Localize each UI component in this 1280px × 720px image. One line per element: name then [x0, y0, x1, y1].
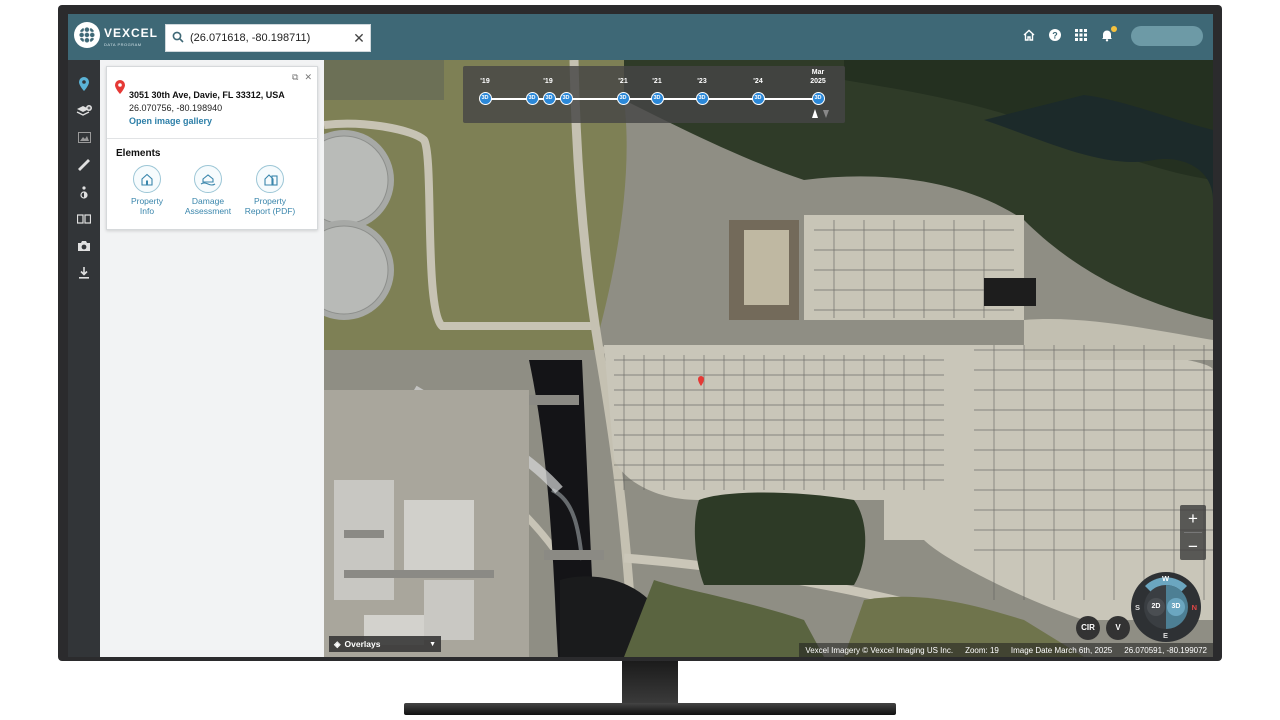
logo-text: VEXCEL [104, 25, 159, 40]
apps-grid-icon[interactable] [1073, 28, 1089, 44]
left-panel: ⧉ ✕ 3051 30th Ave, Davie, FL 33312, USA … [100, 60, 324, 657]
status-bar: Vexcel Imagery © Vexcel Imaging US Inc. … [799, 643, 1213, 657]
house-info-icon [133, 165, 161, 193]
notification-badge [1111, 26, 1117, 32]
tv-stand-base [404, 703, 896, 715]
property-report-label-1: Property [253, 196, 287, 206]
close-icon[interactable]: ✕ [348, 30, 370, 47]
timeline-capture-3d[interactable]: 3D [751, 92, 765, 105]
property-report-pdf-button[interactable]: Property Report (PDF) [235, 165, 305, 216]
location-pin-icon[interactable] [68, 70, 100, 97]
cursor-coordinates: 26.070591, -80.199072 [1124, 645, 1207, 655]
image-icon[interactable] [68, 124, 100, 151]
timeline-year: '21 [652, 78, 662, 85]
card-tools: ⧉ ✕ [292, 72, 312, 83]
timeline-capture-3d[interactable]: 3D [542, 92, 556, 105]
svg-text:?: ? [1052, 30, 1058, 40]
compass-control[interactable]: W N S E 2D 3D [1131, 572, 1201, 642]
user-menu[interactable] [1131, 26, 1203, 46]
timeline-year: '19 [543, 78, 553, 85]
rail-spacer [68, 60, 100, 70]
aerial-imagery [324, 60, 1213, 657]
layers-add-icon[interactable] [68, 97, 100, 124]
search-icon[interactable] [166, 31, 190, 46]
search-input[interactable] [190, 32, 340, 44]
home-icon[interactable] [1021, 28, 1037, 44]
layers-icon: ◈ [334, 638, 341, 649]
logo-wordmark: VEXCEL DATA PROGRAM [104, 24, 158, 47]
cir-button[interactable]: CIR [1076, 616, 1100, 640]
property-card: ⧉ ✕ 3051 30th Ave, Davie, FL 33312, USA … [106, 66, 319, 230]
logo-mark-icon [74, 22, 100, 48]
property-info-label-1: Property [130, 196, 164, 206]
app-screen: VEXCEL DATA PROGRAM ✕ ? [68, 14, 1213, 657]
view-3d-button[interactable]: 3D [1167, 598, 1185, 616]
timeline-year: '23 [697, 78, 707, 85]
vexcel-logo[interactable]: VEXCEL DATA PROGRAM [74, 22, 158, 48]
compass-south-label: S [1135, 603, 1141, 612]
view-2d-button[interactable]: 2D [1147, 598, 1165, 616]
property-report-label-2: Report (PDF) [244, 206, 296, 216]
search-box: ✕ [165, 24, 371, 52]
compass-east-label: E [1163, 631, 1169, 640]
zoom-controls: + − [1180, 505, 1206, 560]
image-date: Image Date March 6th, 2025 [1010, 645, 1113, 655]
notifications-bell-icon[interactable] [1099, 26, 1117, 44]
damage-assessment-button[interactable]: Damage Assessment [173, 165, 243, 216]
logo-subtext: DATA PROGRAM [104, 41, 142, 47]
attribution-text: Vexcel Imagery © Vexcel Imaging US Inc. [805, 645, 954, 655]
timeline-year: 2025 [810, 78, 826, 85]
zoom-level: Zoom: 19 [965, 645, 999, 655]
timeline-year: '24 [753, 78, 763, 85]
compare-icon[interactable] [68, 205, 100, 232]
timeline-capture-3d[interactable]: 3D [478, 92, 492, 105]
damage-assessment-label-1: Damage [191, 196, 225, 206]
top-icons: ? [1021, 26, 1203, 46]
property-address: 3051 30th Ave, Davie, FL 33312, USA [129, 90, 285, 100]
property-info-button[interactable]: Property Info [112, 165, 182, 216]
v-button[interactable]: V [1106, 616, 1130, 640]
copy-icon[interactable]: ⧉ [292, 72, 298, 83]
chevron-down-icon: ▼ [429, 640, 436, 648]
compass-west-label: W [1162, 574, 1170, 583]
timeline-year: '19 [480, 78, 490, 85]
download-icon[interactable] [68, 259, 100, 286]
top-bar: VEXCEL DATA PROGRAM ✕ ? [68, 14, 1213, 60]
timeline-capture-3d-selected[interactable]: 3D [811, 92, 825, 105]
damage-house-icon [194, 165, 222, 193]
left-rail [68, 60, 100, 657]
overlays-dropdown[interactable]: ◈ Overlays ▼ [329, 636, 441, 652]
timeline-current-marker-icon [812, 109, 818, 118]
brightness-icon[interactable] [68, 178, 100, 205]
property-coordinates: 26.070756, -80.198940 [129, 103, 223, 113]
divider [107, 138, 319, 139]
damage-assessment-label-2: Assessment [184, 206, 232, 216]
ruler-icon[interactable] [68, 151, 100, 178]
aerial-map[interactable]: '19 '19 '21 '21 '23 '24 Mar 2025 3D 3D 3… [324, 60, 1213, 657]
timeline-capture-3d[interactable]: 3D [695, 92, 709, 105]
zoom-in-button[interactable]: + [1180, 505, 1206, 532]
timeline-year: '21 [618, 78, 628, 85]
timeline-capture-3d[interactable]: 3D [616, 92, 630, 105]
timeline-year: Mar [811, 69, 825, 76]
timeline-capture-3d[interactable]: 3D [559, 92, 573, 105]
location-pin-icon [115, 80, 125, 94]
overlays-label: Overlays [344, 639, 381, 649]
close-icon[interactable]: ✕ [304, 72, 312, 83]
compass-north-label: N [1191, 603, 1197, 612]
camera-icon[interactable] [68, 232, 100, 259]
timeline-capture-3d[interactable]: 3D [525, 92, 539, 105]
help-icon[interactable]: ? [1047, 28, 1063, 44]
timeline-dropdown-icon[interactable] [823, 110, 829, 118]
tv-stand-neck [622, 661, 678, 703]
open-image-gallery-link[interactable]: Open image gallery [129, 116, 212, 126]
report-house-icon [256, 165, 284, 193]
timeline-capture-3d[interactable]: 3D [650, 92, 664, 105]
property-info-label-2: Info [139, 206, 155, 216]
zoom-out-button[interactable]: − [1180, 533, 1206, 560]
imagery-timeline: '19 '19 '21 '21 '23 '24 Mar 2025 3D 3D 3… [463, 66, 845, 123]
elements-heading: Elements [116, 148, 161, 159]
